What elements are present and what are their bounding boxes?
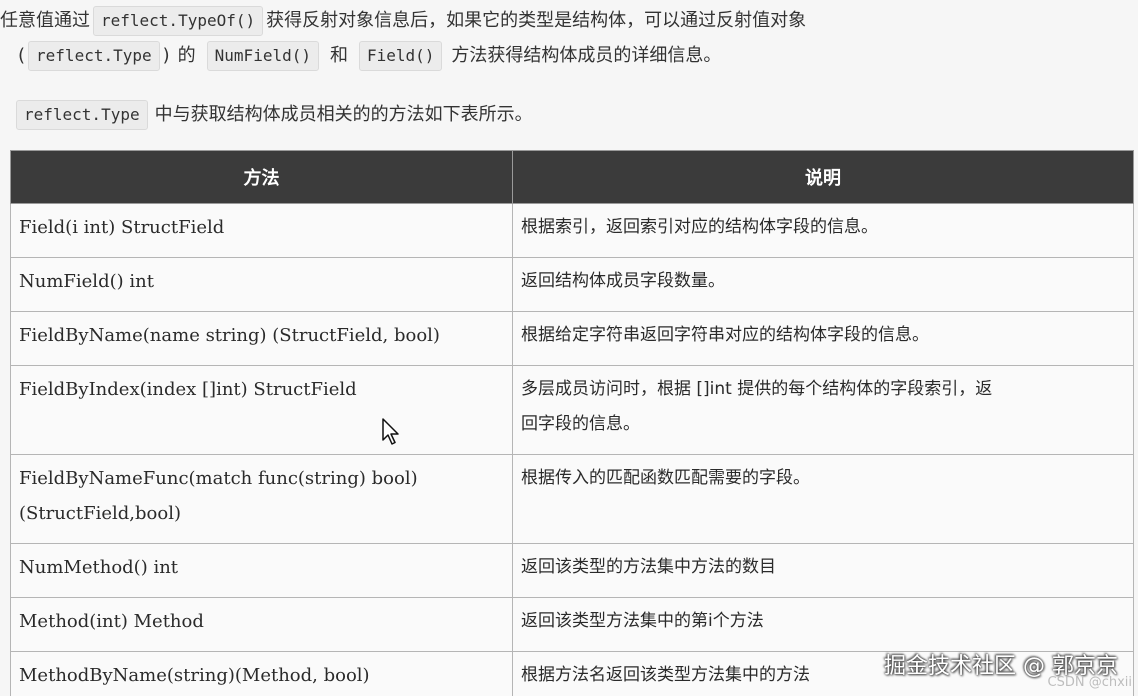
table-row: NumField() int 返回结构体成员字段数量。 <box>10 257 1134 312</box>
method-signature: FieldByIndex(index []int) StructField <box>19 379 357 400</box>
column-header-method: 方法 <box>10 150 513 204</box>
description-cell: 返回该类型方法集中的第i个方法 <box>512 597 1134 652</box>
description-text: 根据给定字符串返回字符串对应的结构体字段的信息。 <box>521 325 929 345</box>
description-text: 返回结构体成员字段数量。 <box>521 271 725 291</box>
intro-paragraph-line1: 任意值通过 reflect.TypeOf() 获得反射对象信息后，如果它的类型是结构… <box>0 6 806 36</box>
intro-text: 中与获取结构体成员相关的的方法如下表所示。 <box>154 104 533 125</box>
intro-text: 任意值通过 <box>0 10 90 31</box>
table-row: Field(i int) StructField 根据索引，返回索引对应的结构体… <box>10 203 1134 258</box>
method-signature: FieldByNameFunc(match func(string) bool) <box>19 468 418 489</box>
method-signature: NumField() int <box>19 271 154 292</box>
table-row: FieldByNameFunc(match func(string) bool)… <box>10 454 1134 544</box>
column-header-description: 说明 <box>512 150 1134 204</box>
intro-text: 和 <box>329 45 348 66</box>
table-row: FieldByIndex(index []int) StructField 多层… <box>10 365 1134 455</box>
method-signature: (StructField,bool) <box>19 503 181 524</box>
table-row: FieldByName(name string) (StructField, b… <box>10 311 1134 366</box>
csdn-watermark: CSDN @chxii <box>1047 675 1133 690</box>
description-cell: 多层成员访问时，根据 []int 提供的每个结构体的字段索引，返 回字段的信息。 <box>512 365 1134 455</box>
description-text: 返回该类型的方法集中方法的数目 <box>521 557 776 577</box>
intro-text: 的 <box>177 45 196 66</box>
inline-code-typeof: reflect.TypeOf() <box>93 6 264 36</box>
intro-text: ) <box>162 45 170 66</box>
intro-paragraph-line3: reflect.Type 中与获取结构体成员相关的的方法如下表所示。 <box>0 100 533 130</box>
description-text: 多层成员访问时，根据 []int 提供的每个结构体的字段索引，返 <box>521 379 993 399</box>
intro-paragraph-line2: (reflect.Type) 的 NumField() 和 Field() 方法获得结构体… <box>0 41 721 71</box>
intro-text: ( <box>18 45 26 66</box>
description-text: 根据索引，返回索引对应的结构体字段的信息。 <box>521 217 878 237</box>
description-cell: 返回结构体成员字段数量。 <box>512 257 1134 312</box>
inline-code-field: Field() <box>358 41 443 71</box>
method-cell: FieldByNameFunc(match func(string) bool)… <box>10 454 513 544</box>
method-cell: NumField() int <box>10 257 513 312</box>
description-text: 返回该类型方法集中的第i个方法 <box>521 611 764 631</box>
method-cell: FieldByIndex(index []int) StructField <box>10 365 513 455</box>
description-cell: 返回该类型的方法集中方法的数目 <box>512 543 1134 598</box>
method-signature: Field(i int) StructField <box>19 217 225 238</box>
table-header-row: 方法 说明 <box>10 150 1134 204</box>
description-cell: 根据给定字符串返回字符串对应的结构体字段的信息。 <box>512 311 1134 366</box>
inline-code-reflect-type: reflect.Type <box>16 100 148 130</box>
mouse-pointer-icon <box>382 418 399 445</box>
method-cell: FieldByName(name string) (StructField, b… <box>10 311 513 366</box>
table-row: NumMethod() int 返回该类型的方法集中方法的数目 <box>10 543 1134 598</box>
method-signature: Method(int) Method <box>19 611 204 632</box>
inline-code-reflect-type: reflect.Type <box>28 41 160 71</box>
method-cell: Method(int) Method <box>10 597 513 652</box>
description-cell: 根据索引，返回索引对应的结构体字段的信息。 <box>512 203 1134 258</box>
method-signature: FieldByName(name string) (StructField, b… <box>19 325 440 346</box>
inline-code-numfield: NumField() <box>206 41 319 71</box>
description-text: 回字段的信息。 <box>521 414 640 434</box>
method-signature: NumMethod() int <box>19 557 179 578</box>
method-cell: NumMethod() int <box>10 543 513 598</box>
methods-table: 方法 说明 Field(i int) StructField 根据索引，返回索引… <box>10 150 1134 696</box>
description-text: 根据传入的匹配函数匹配需要的字段。 <box>521 468 810 488</box>
intro-text: 方法获得结构体成员的详细信息。 <box>451 45 722 66</box>
method-signature: MethodByName(string)(Method, bool) <box>19 665 370 686</box>
method-cell: MethodByName(string)(Method, bool) <box>10 651 513 696</box>
intro-text: 获得反射对象信息后，如果它的类型是结构体，可以通过反射值对象 <box>266 10 807 31</box>
table-row: Method(int) Method 返回该类型方法集中的第i个方法 <box>10 597 1134 652</box>
method-cell: Field(i int) StructField <box>10 203 513 258</box>
description-cell: 根据传入的匹配函数匹配需要的字段。 <box>512 454 1134 544</box>
